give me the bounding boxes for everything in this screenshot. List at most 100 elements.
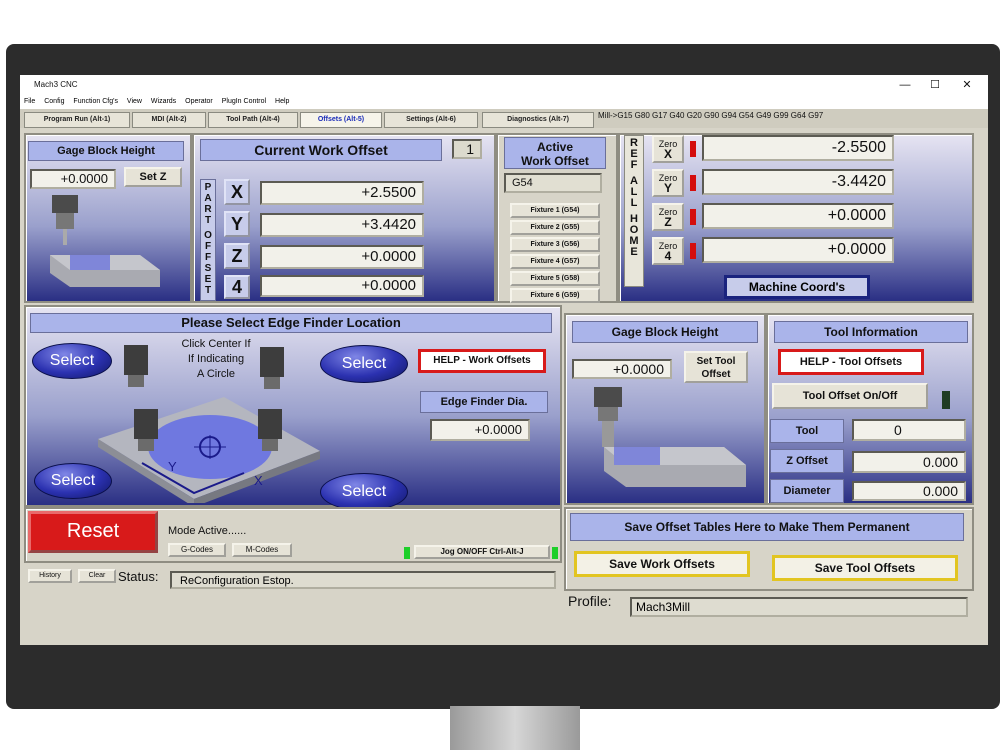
tool-number-label: Tool: [770, 419, 844, 443]
machine-coords-panel: R E F A L L H O M E Zero X -2.5500 Zero …: [618, 133, 974, 303]
clear-button[interactable]: Clear: [78, 569, 116, 583]
mode-active-label: Mode Active......: [168, 525, 247, 537]
fixture-5-button[interactable]: Fixture 5 (G58): [510, 271, 600, 286]
tool-offset-led: [942, 391, 950, 409]
letter: R: [204, 204, 212, 215]
ref-all-home-text: R E F A L L H O M E: [625, 138, 643, 258]
machine-z-dro[interactable]: +0.0000: [702, 203, 894, 229]
zero-x-button[interactable]: Zero X: [652, 135, 684, 163]
history-button[interactable]: History: [28, 569, 72, 583]
tab-offsets[interactable]: Offsets (Alt-5): [300, 112, 382, 128]
letter: E: [630, 246, 638, 258]
menu-operator[interactable]: Operator: [185, 98, 213, 105]
save-tool-offsets-button[interactable]: Save Tool Offsets: [772, 555, 958, 581]
tab-program-run[interactable]: Program Run (Alt-1): [24, 112, 130, 128]
tab-mdi[interactable]: MDI (Alt-2): [132, 112, 206, 128]
tab-tool-path[interactable]: Tool Path (Alt-4): [208, 112, 298, 128]
m-codes-button[interactable]: M-Codes: [232, 543, 292, 557]
save-work-offsets-button[interactable]: Save Work Offsets: [574, 551, 750, 577]
current-offset-number[interactable]: 1: [452, 139, 482, 159]
y-home-led: [690, 175, 696, 191]
part-offset-text: P A R T O F F S E T: [201, 182, 215, 296]
machine-coords-button[interactable]: Machine Coord's: [724, 275, 870, 299]
zero-axis-label: Y: [663, 181, 672, 195]
zero-axis-label: X: [663, 147, 672, 161]
tool-gage-block-panel: Gage Block Height +0.0000 Set Tool Offse…: [564, 313, 766, 505]
letter: F: [630, 159, 638, 171]
offset-x-dro[interactable]: +2.5500: [260, 181, 424, 205]
part-offset-label: P A R T O F F S E T: [200, 179, 216, 301]
jog-led-right: [552, 547, 558, 559]
reset-button[interactable]: Reset: [28, 511, 158, 553]
control-panel: Reset Mode Active...... G-Codes M-Codes …: [24, 507, 562, 563]
edge-finder-panel: Please Select Edge Finder Location Selec…: [24, 305, 562, 511]
current-work-offset-panel: Current Work Offset 1 P A R T O F F S E …: [192, 133, 496, 303]
help-tool-offsets-button[interactable]: HELP - Tool Offsets: [778, 349, 924, 375]
letter: E: [204, 274, 212, 285]
zero-axis-label: Z: [664, 215, 672, 229]
maximize-icon[interactable]: ☐: [920, 75, 950, 95]
machine-y-dro[interactable]: -3.4420: [702, 169, 894, 195]
z-offset-value[interactable]: 0.000: [852, 451, 966, 473]
select-bottom-right-button[interactable]: Select: [320, 473, 408, 511]
menu-help[interactable]: Help: [275, 98, 289, 105]
tool-number-value[interactable]: 0: [852, 419, 966, 441]
machine-x-dro[interactable]: -2.5500: [702, 135, 894, 161]
set-z-button[interactable]: Set Z: [124, 167, 182, 187]
fixture-2-button[interactable]: Fixture 2 (G55): [510, 220, 600, 235]
minimize-icon[interactable]: —: [890, 75, 920, 95]
letter: S: [204, 263, 212, 274]
offset-4-dro[interactable]: +0.0000: [260, 275, 424, 297]
gage-block-value[interactable]: +0.0000: [30, 169, 116, 189]
offset-z-dro[interactable]: +0.0000: [260, 245, 424, 269]
x-home-led: [690, 141, 696, 157]
diameter-value[interactable]: 0.000: [852, 481, 966, 501]
zero-y-button[interactable]: Zero Y: [652, 169, 684, 197]
help-work-offsets-button[interactable]: HELP - Work Offsets: [418, 349, 546, 373]
letter: O: [204, 230, 212, 241]
fixture-4-button[interactable]: Fixture 4 (G57): [510, 254, 600, 269]
tab-diagnostics[interactable]: Diagnostics (Alt-7): [482, 112, 594, 128]
fixture-6-button[interactable]: Fixture 6 (G59): [510, 288, 600, 303]
letter: F: [204, 252, 212, 263]
axis-y-button[interactable]: Y: [224, 211, 250, 237]
g-codes-button[interactable]: G-Codes: [168, 543, 226, 557]
machine-4-dro[interactable]: +0.0000: [702, 237, 894, 263]
zero-4-button[interactable]: Zero 4: [652, 237, 684, 265]
edge-finder-dia-value[interactable]: +0.0000: [430, 419, 530, 441]
window-title: Mach3 CNC: [34, 80, 78, 89]
set-tool-offset-button[interactable]: Set Tool Offset: [684, 351, 748, 383]
axis-y-label: Y: [168, 459, 177, 474]
menu-view[interactable]: View: [127, 98, 142, 105]
profile-label: Profile:: [568, 593, 612, 609]
menu-plugin-control[interactable]: PlugIn Control: [222, 98, 266, 105]
fixture-1-button[interactable]: Fixture 1 (G54): [510, 203, 600, 218]
ref-all-home-button[interactable]: R E F A L L H O M E: [624, 135, 644, 287]
active-work-offset-panel: Active Work Offset G54 Fixture 1 (G54) F…: [496, 133, 618, 303]
zero-z-button[interactable]: Zero Z: [652, 203, 684, 231]
gage-block-illustration: [50, 195, 160, 287]
menu-wizards[interactable]: Wizards: [151, 98, 176, 105]
menu-config[interactable]: Config: [44, 98, 64, 105]
letter: P: [204, 182, 212, 193]
menu-function-cfgs[interactable]: Function Cfg's: [73, 98, 118, 105]
z-offset-label: Z Offset: [770, 449, 844, 473]
axis-z-button[interactable]: Z: [224, 243, 250, 269]
tab-settings[interactable]: Settings (Alt-6): [384, 112, 478, 128]
menu-file[interactable]: File: [24, 98, 35, 105]
axis-4-button[interactable]: 4: [224, 275, 250, 299]
offset-y-dro[interactable]: +3.4420: [260, 213, 424, 237]
header-line: Active: [536, 140, 574, 154]
gage-block-panel: Gage Block Height +0.0000 Set Z: [24, 133, 192, 303]
zero-axis-label: 4: [664, 249, 672, 263]
jog-toggle-button[interactable]: Jog ON/OFF Ctrl-Alt-J: [414, 545, 550, 559]
fixture-3-button[interactable]: Fixture 3 (G56): [510, 237, 600, 252]
gage-block-header: Gage Block Height: [28, 141, 184, 161]
close-icon[interactable]: ✕: [952, 75, 982, 95]
select-top-right-button[interactable]: Select: [320, 345, 408, 383]
tool-offset-toggle-button[interactable]: Tool Offset On/Off: [772, 383, 928, 409]
axis-x-button[interactable]: X: [224, 179, 250, 205]
diameter-label: Diameter: [770, 479, 844, 503]
mach3-window: Mach3 CNC — ☐ ✕ File Config Function Cfg…: [20, 75, 988, 645]
tool-gage-block-value[interactable]: +0.0000: [572, 359, 672, 379]
